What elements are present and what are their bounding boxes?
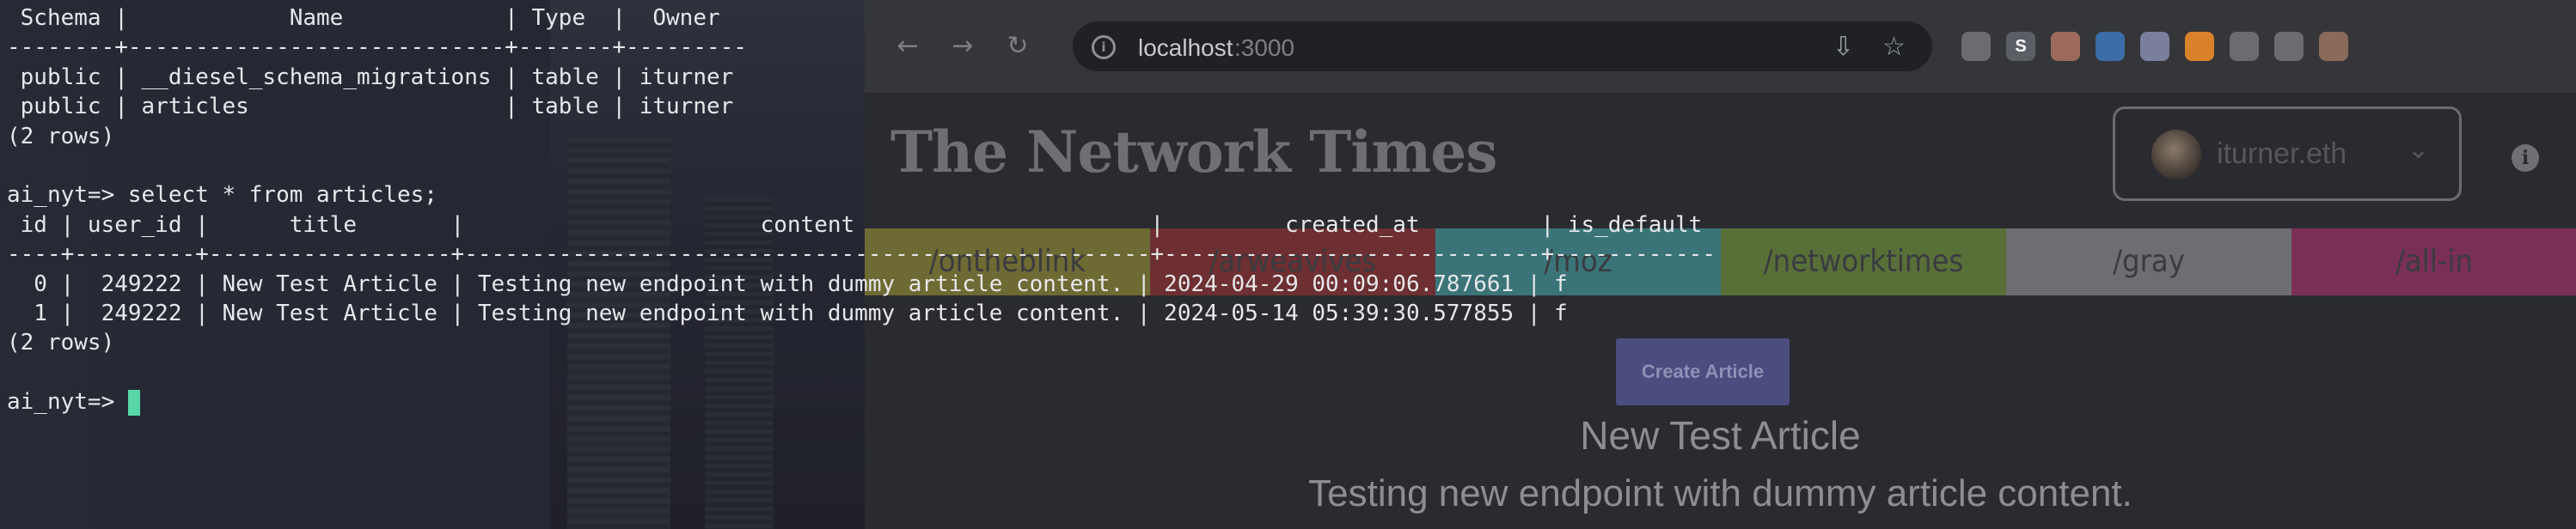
extension-1-icon[interactable] xyxy=(1961,32,1991,61)
article-title: New Test Article xyxy=(1580,413,1861,458)
terminal-line: (2 rows) xyxy=(7,123,115,149)
extension-5-icon[interactable] xyxy=(2140,32,2169,61)
channel-tab[interactable]: /all-in xyxy=(2291,228,2576,295)
terminal-line: Schema | Name | Type | Owner xyxy=(7,5,720,31)
profile-icon[interactable] xyxy=(2319,32,2348,61)
puzzle-icon[interactable] xyxy=(2230,32,2259,61)
terminal-line: public | __diesel_schema_migrations | ta… xyxy=(7,64,734,90)
article-content: Testing new endpoint with dummy article … xyxy=(1308,472,2132,514)
reading-list-icon[interactable] xyxy=(2274,32,2304,61)
terminal-line: --------+----------------------------+--… xyxy=(7,34,747,61)
extension-3-icon[interactable] xyxy=(2051,32,2080,61)
account-name: iturner.eth xyxy=(2217,137,2347,170)
terminal-line: ai_nyt=> select * from articles; xyxy=(7,182,437,209)
terminal-prompt-line[interactable]: ai_nyt=> xyxy=(7,387,1716,417)
terminal-line: (2 rows) xyxy=(7,330,115,356)
chevron-down-icon: ⌄ xyxy=(2408,136,2430,164)
terminal-line: id | user_id | title | content | created… xyxy=(7,211,1703,238)
account-button[interactable]: iturner.eth ⌄ xyxy=(2113,106,2462,201)
terminal-prompt: ai_nyt=> xyxy=(7,389,128,416)
extension-s-icon[interactable]: S xyxy=(2006,32,2035,61)
terminal-window[interactable]: Schema | Name | Type | Owner --------+---… xyxy=(0,0,1716,529)
avatar xyxy=(2151,130,2201,179)
channel-tab[interactable]: /gray xyxy=(2006,228,2291,295)
terminal-line: 1 | 249222 | New Test Article | Testing … xyxy=(7,300,1568,326)
text-cursor xyxy=(127,389,140,416)
metamask-icon[interactable] xyxy=(2185,32,2214,61)
terminal-line: ----+---------+------------------+------… xyxy=(7,241,1716,268)
terminal-output: Schema | Name | Type | Owner --------+---… xyxy=(7,3,1716,417)
channel-tab[interactable]: /networktimes xyxy=(1721,228,2006,295)
terminal-line: 0 | 249222 | New Test Article | Testing … xyxy=(7,271,1568,297)
star-icon[interactable]: ☆ xyxy=(1882,32,1906,62)
extension-4-icon[interactable] xyxy=(2096,32,2125,61)
info-icon[interactable]: i xyxy=(2512,144,2539,172)
install-app-icon[interactable]: ⇩ xyxy=(1833,32,1854,62)
terminal-line: public | articles | table | iturner xyxy=(7,94,734,120)
